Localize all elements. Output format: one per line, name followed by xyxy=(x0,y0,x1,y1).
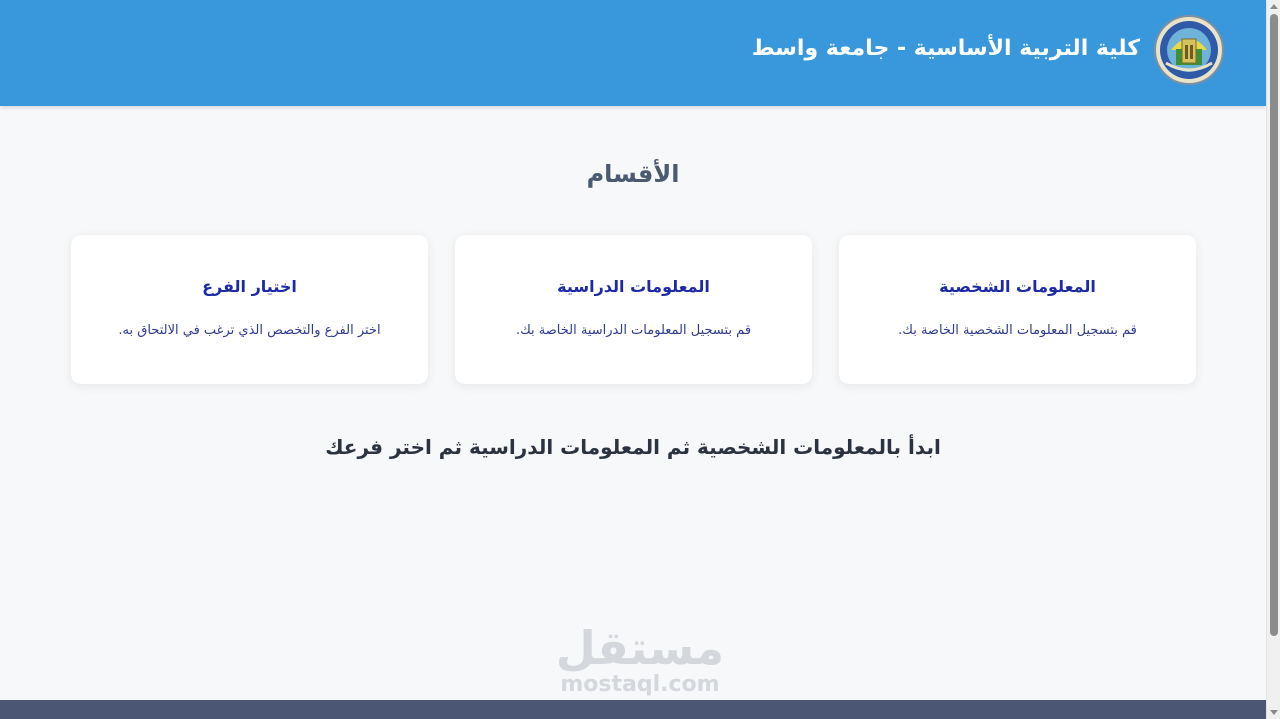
scrollbar-thumb[interactable] xyxy=(1270,14,1278,636)
scroll-up-arrow-icon[interactable] xyxy=(1270,4,1278,9)
card-title: المعلومات الشخصية xyxy=(939,277,1096,296)
page: كلية التربية الأساسية - جامعة واسط الأقس… xyxy=(0,0,1266,719)
section-title: الأقسام xyxy=(586,160,680,188)
card-description: قم بتسجيل المعلومات الدراسية الخاصة بك. xyxy=(515,323,752,338)
instruction-text: ابدأ بالمعلومات الشخصية ثم المعلومات الد… xyxy=(325,435,941,459)
card-title: المعلومات الدراسية xyxy=(557,277,710,296)
watermark-latin: mostaql.com xyxy=(560,672,720,697)
card-description: قم بتسجيل المعلومات الشخصية الخاصة بك. xyxy=(898,323,1137,338)
card-title: اختيار الفرع xyxy=(202,277,297,296)
college-logo-icon[interactable] xyxy=(1154,15,1224,85)
scroll-down-arrow-icon[interactable] xyxy=(1270,710,1278,715)
site-header: كلية التربية الأساسية - جامعة واسط xyxy=(0,0,1266,106)
card-personal-info[interactable]: المعلومات الشخصية قم بتسجيل المعلومات ال… xyxy=(839,235,1196,384)
card-academic-info[interactable]: المعلومات الدراسية قم بتسجيل المعلومات ا… xyxy=(455,235,812,384)
mostaql-watermark: مستقل mostaql.com xyxy=(540,622,740,696)
vertical-scrollbar[interactable] xyxy=(1266,0,1280,719)
card-description: اختر الفرع والتخصص الذي ترغب في الالتحاق… xyxy=(118,323,381,338)
watermark-arabic: مستقل xyxy=(555,621,725,675)
site-footer xyxy=(0,700,1266,719)
site-title: كلية التربية الأساسية - جامعة واسط xyxy=(751,36,1140,61)
card-branch-selection[interactable]: اختيار الفرع اختر الفرع والتخصص الذي ترغ… xyxy=(71,235,428,384)
